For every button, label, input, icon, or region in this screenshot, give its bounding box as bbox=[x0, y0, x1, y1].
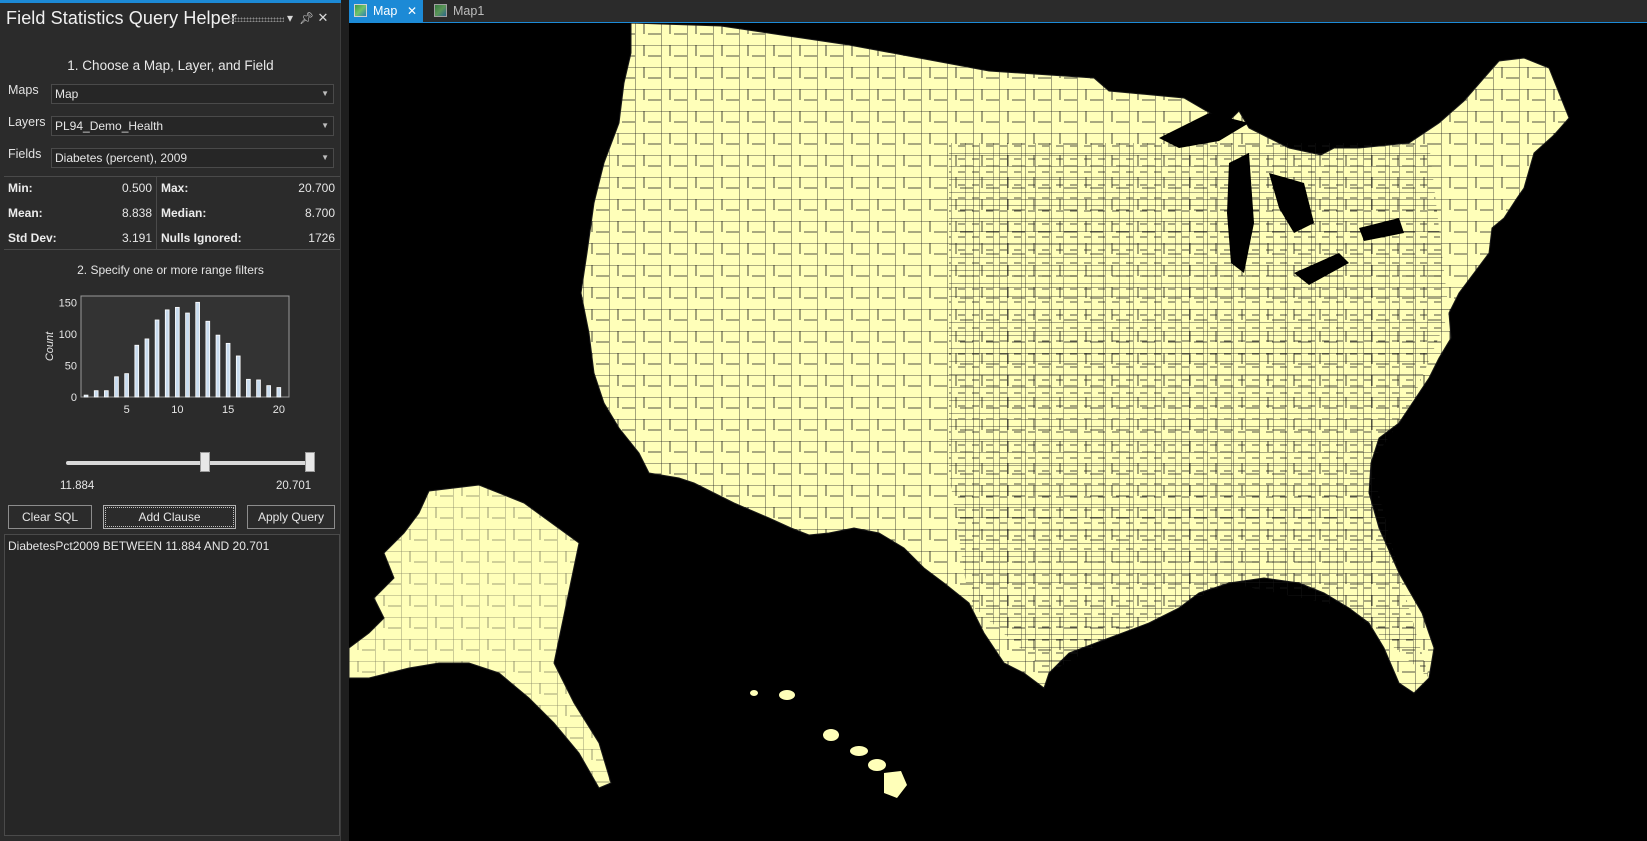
maps-label: Maps bbox=[8, 83, 39, 97]
layers-combobox-value: PL94_Demo_Health bbox=[55, 119, 164, 133]
fields-combobox[interactable]: Diabetes (percent), 2009 ▼ bbox=[51, 148, 334, 168]
histogram-bar bbox=[154, 319, 160, 398]
chevron-down-icon: ▼ bbox=[321, 121, 329, 130]
tab-map1-label: Map1 bbox=[453, 4, 485, 18]
dropdown-arrow-icon[interactable]: ▾ bbox=[283, 10, 297, 26]
histogram-bar bbox=[256, 379, 261, 398]
stat-mean-label: Mean: bbox=[8, 206, 43, 220]
tab-map1[interactable]: Map1 bbox=[429, 0, 509, 22]
map-icon bbox=[434, 4, 447, 17]
histogram-bar bbox=[225, 342, 231, 398]
histogram-bar bbox=[185, 312, 190, 398]
hawaii-maui bbox=[868, 759, 886, 771]
histogram-x-tick-label: 20 bbox=[273, 404, 285, 416]
stat-mean-value: 8.838 bbox=[121, 206, 152, 220]
hawaii-oahu bbox=[823, 729, 839, 741]
county-boundaries-east bbox=[949, 143, 1449, 678]
histogram-bar bbox=[195, 301, 200, 398]
stat-median-value: 8.700 bbox=[304, 206, 335, 220]
view-tab-bar: Map ✕ Map1 bbox=[349, 0, 1647, 23]
close-icon[interactable]: ✕ bbox=[407, 0, 417, 22]
layers-label: Layers bbox=[8, 115, 46, 129]
step1-heading: 1. Choose a Map, Layer, and Field bbox=[67, 58, 274, 73]
range-high-value: 20.701 bbox=[276, 480, 312, 492]
range-slider-high-thumb[interactable] bbox=[305, 452, 315, 472]
maps-combobox-value: Map bbox=[55, 87, 79, 101]
tab-map[interactable]: Map ✕ bbox=[349, 0, 423, 22]
histogram-bar bbox=[93, 390, 99, 398]
maps-combobox[interactable]: Map ▼ bbox=[51, 84, 334, 104]
histogram-bar bbox=[164, 309, 170, 398]
histogram-x-tick-label: 5 bbox=[124, 404, 130, 416]
histogram-bar bbox=[83, 394, 89, 398]
sql-text: DiabetesPct2009 BETWEEN 11.884 AND 20.70… bbox=[8, 539, 270, 553]
range-slider-low-thumb[interactable] bbox=[200, 452, 211, 472]
stats-divider-top bbox=[4, 176, 340, 177]
chevron-down-icon: ▼ bbox=[321, 153, 329, 162]
histogram-bar bbox=[276, 387, 282, 398]
hawaii-molokai bbox=[850, 746, 868, 756]
sql-textbox[interactable]: DiabetesPct2009 BETWEEN 11.884 AND 20.70… bbox=[4, 534, 340, 836]
histogram-bar bbox=[246, 378, 251, 398]
histogram-bar bbox=[104, 390, 109, 398]
fields-label: Fields bbox=[8, 147, 42, 161]
pane-accent-bar bbox=[0, 0, 341, 3]
pane-title: Field Statistics Query Helper bbox=[6, 8, 237, 28]
range-slider-track[interactable] bbox=[66, 461, 313, 465]
stat-max-label: Max: bbox=[161, 181, 189, 195]
histogram-y-tick-label: 0 bbox=[71, 392, 77, 404]
map-icon bbox=[354, 4, 367, 17]
histogram-bar bbox=[114, 376, 119, 398]
stat-stddev-label: Std Dev: bbox=[8, 231, 57, 245]
histogram-bar bbox=[266, 385, 271, 398]
hawaii-kauai bbox=[779, 690, 795, 700]
stat-min-value: 0.500 bbox=[121, 181, 152, 195]
histogram-y-tick-label: 100 bbox=[59, 329, 77, 341]
add-clause-button-label: Add Clause bbox=[105, 507, 234, 527]
histogram-y-tick-label: 50 bbox=[65, 360, 77, 372]
us-county-map bbox=[349, 23, 1570, 798]
fields-combobox-value: Diabetes (percent), 2009 bbox=[55, 151, 188, 165]
hawaii-big-island bbox=[884, 771, 907, 798]
histogram-y-axis-label: Count bbox=[44, 331, 56, 361]
stat-nulls-label: Nulls Ignored: bbox=[161, 231, 242, 245]
histogram-bar bbox=[134, 344, 140, 398]
step2-heading: 2. Specify one or more range filters bbox=[77, 263, 264, 277]
histogram-bar bbox=[235, 355, 241, 398]
stats-divider-vertical bbox=[156, 177, 157, 249]
pane-drag-grip[interactable] bbox=[228, 17, 284, 22]
stat-nulls-value: 1726 bbox=[308, 231, 335, 245]
add-clause-button[interactable]: Add Clause bbox=[103, 505, 236, 529]
stat-min-label: Min: bbox=[8, 181, 33, 195]
stat-stddev-value: 3.191 bbox=[121, 231, 152, 245]
field-statistics-pane: Field Statistics Query Helper ▾ 📌︎ ✕ 1. … bbox=[0, 0, 341, 841]
stat-max-value: 20.700 bbox=[298, 181, 335, 195]
histogram-bar bbox=[205, 320, 211, 398]
range-low-value: 11.884 bbox=[60, 480, 95, 492]
layers-combobox[interactable]: PL94_Demo_Health ▼ bbox=[51, 116, 334, 136]
histogram-x-tick-label: 10 bbox=[171, 404, 183, 416]
clear-sql-button[interactable]: Clear SQL bbox=[8, 505, 92, 529]
apply-query-button[interactable]: Apply Query bbox=[247, 505, 335, 529]
close-icon[interactable]: ✕ bbox=[316, 10, 330, 26]
histogram-bar bbox=[215, 334, 221, 398]
alaska-borough-boundaries bbox=[349, 485, 611, 788]
histogram-chart: 0 50 100 150 5 10 15 20 Count bbox=[44, 295, 290, 416]
tab-map-label: Map bbox=[373, 4, 398, 18]
chevron-down-icon: ▼ bbox=[321, 89, 329, 98]
stats-divider-bottom bbox=[4, 249, 340, 250]
histogram-bar bbox=[124, 373, 129, 398]
hawaii-niihau bbox=[750, 690, 758, 696]
histogram-bar bbox=[175, 306, 180, 398]
map-view[interactable] bbox=[349, 23, 1647, 841]
histogram-y-tick-label: 150 bbox=[59, 297, 77, 309]
stat-median-label: Median: bbox=[161, 206, 207, 220]
histogram-bar bbox=[144, 338, 150, 398]
histogram-x-tick-label: 15 bbox=[222, 404, 234, 416]
pin-icon[interactable]: 📌︎ bbox=[299, 10, 314, 26]
